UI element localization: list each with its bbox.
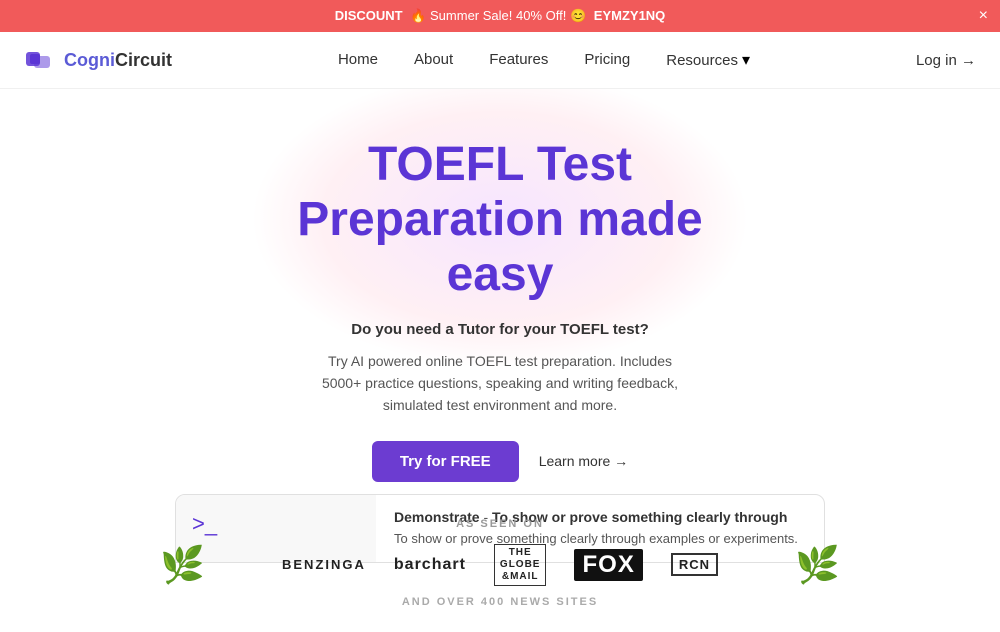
- hero-section: TOEFL Test Preparation made easy Do you …: [0, 89, 1000, 632]
- cta-group: Try for FREE Learn more →: [20, 441, 980, 482]
- discount-label: DISCOUNT: [335, 8, 403, 23]
- nav-link-features[interactable]: Features: [489, 51, 548, 68]
- globemail-logo: THEGLOBE&MAIL: [494, 544, 547, 586]
- as-seen-on-label: AS SEEN ON: [20, 518, 980, 530]
- hero-subtitle: Do you need a Tutor for your TOEFL test?: [20, 321, 980, 338]
- chevron-down-icon: ▾: [742, 50, 750, 70]
- fox-logo: FOX: [574, 549, 642, 581]
- nav-links: Home About Features Pricing Resources ▾: [338, 50, 750, 70]
- rcn-logo: RCN: [671, 553, 718, 576]
- nav-item-about[interactable]: About: [414, 51, 453, 69]
- nav-link-pricing[interactable]: Pricing: [584, 51, 630, 68]
- try-free-button[interactable]: Try for FREE: [372, 441, 519, 482]
- laurel-right-icon: 🌿: [795, 544, 840, 586]
- nav-item-resources[interactable]: Resources ▾: [666, 50, 750, 70]
- nav-item-features[interactable]: Features: [489, 51, 548, 69]
- hero-content: TOEFL Test Preparation made easy Do you …: [20, 137, 980, 608]
- logo[interactable]: CogniCircuit: [24, 44, 172, 76]
- fire-emoji: 🔥: [410, 8, 426, 23]
- media-logos-row: 🌿 BENZINGA barchart THEGLOBE&MAIL FOX RC…: [20, 544, 980, 586]
- face-emoji: 😊: [570, 8, 586, 23]
- learn-more-link[interactable]: Learn more →: [539, 453, 628, 469]
- navbar: CogniCircuit Home About Features Pricing…: [0, 32, 1000, 89]
- logo-icon: [24, 44, 56, 76]
- nav-item-home[interactable]: Home: [338, 51, 378, 69]
- nav-item-pricing[interactable]: Pricing: [584, 51, 630, 69]
- nav-link-resources[interactable]: Resources: [666, 52, 738, 69]
- barchart-logo: barchart: [394, 556, 466, 574]
- announcement-close-button[interactable]: ×: [979, 8, 988, 24]
- announcement-bar: DISCOUNT 🔥 Summer Sale! 40% Off! 😊 EYMZY…: [0, 0, 1000, 32]
- laurel-left-icon: 🌿: [160, 544, 205, 586]
- nav-link-about[interactable]: About: [414, 51, 453, 68]
- news-sites-label: AND OVER 400 NEWS SITES: [20, 596, 980, 608]
- logo-text: CogniCircuit: [64, 50, 172, 71]
- coupon-code: EYMZY1NQ: [594, 8, 666, 23]
- nav-link-home[interactable]: Home: [338, 51, 378, 68]
- announcement-message: Summer Sale! 40% Off!: [430, 8, 566, 23]
- login-button[interactable]: Log in →: [916, 52, 976, 69]
- hero-title: TOEFL Test Preparation made easy: [20, 137, 980, 303]
- hero-description: Try AI powered online TOEFL test prepara…: [310, 350, 690, 417]
- benzinga-logo: BENZINGA: [282, 557, 366, 572]
- announcement-text: DISCOUNT 🔥 Summer Sale! 40% Off! 😊 EYMZY…: [335, 8, 666, 24]
